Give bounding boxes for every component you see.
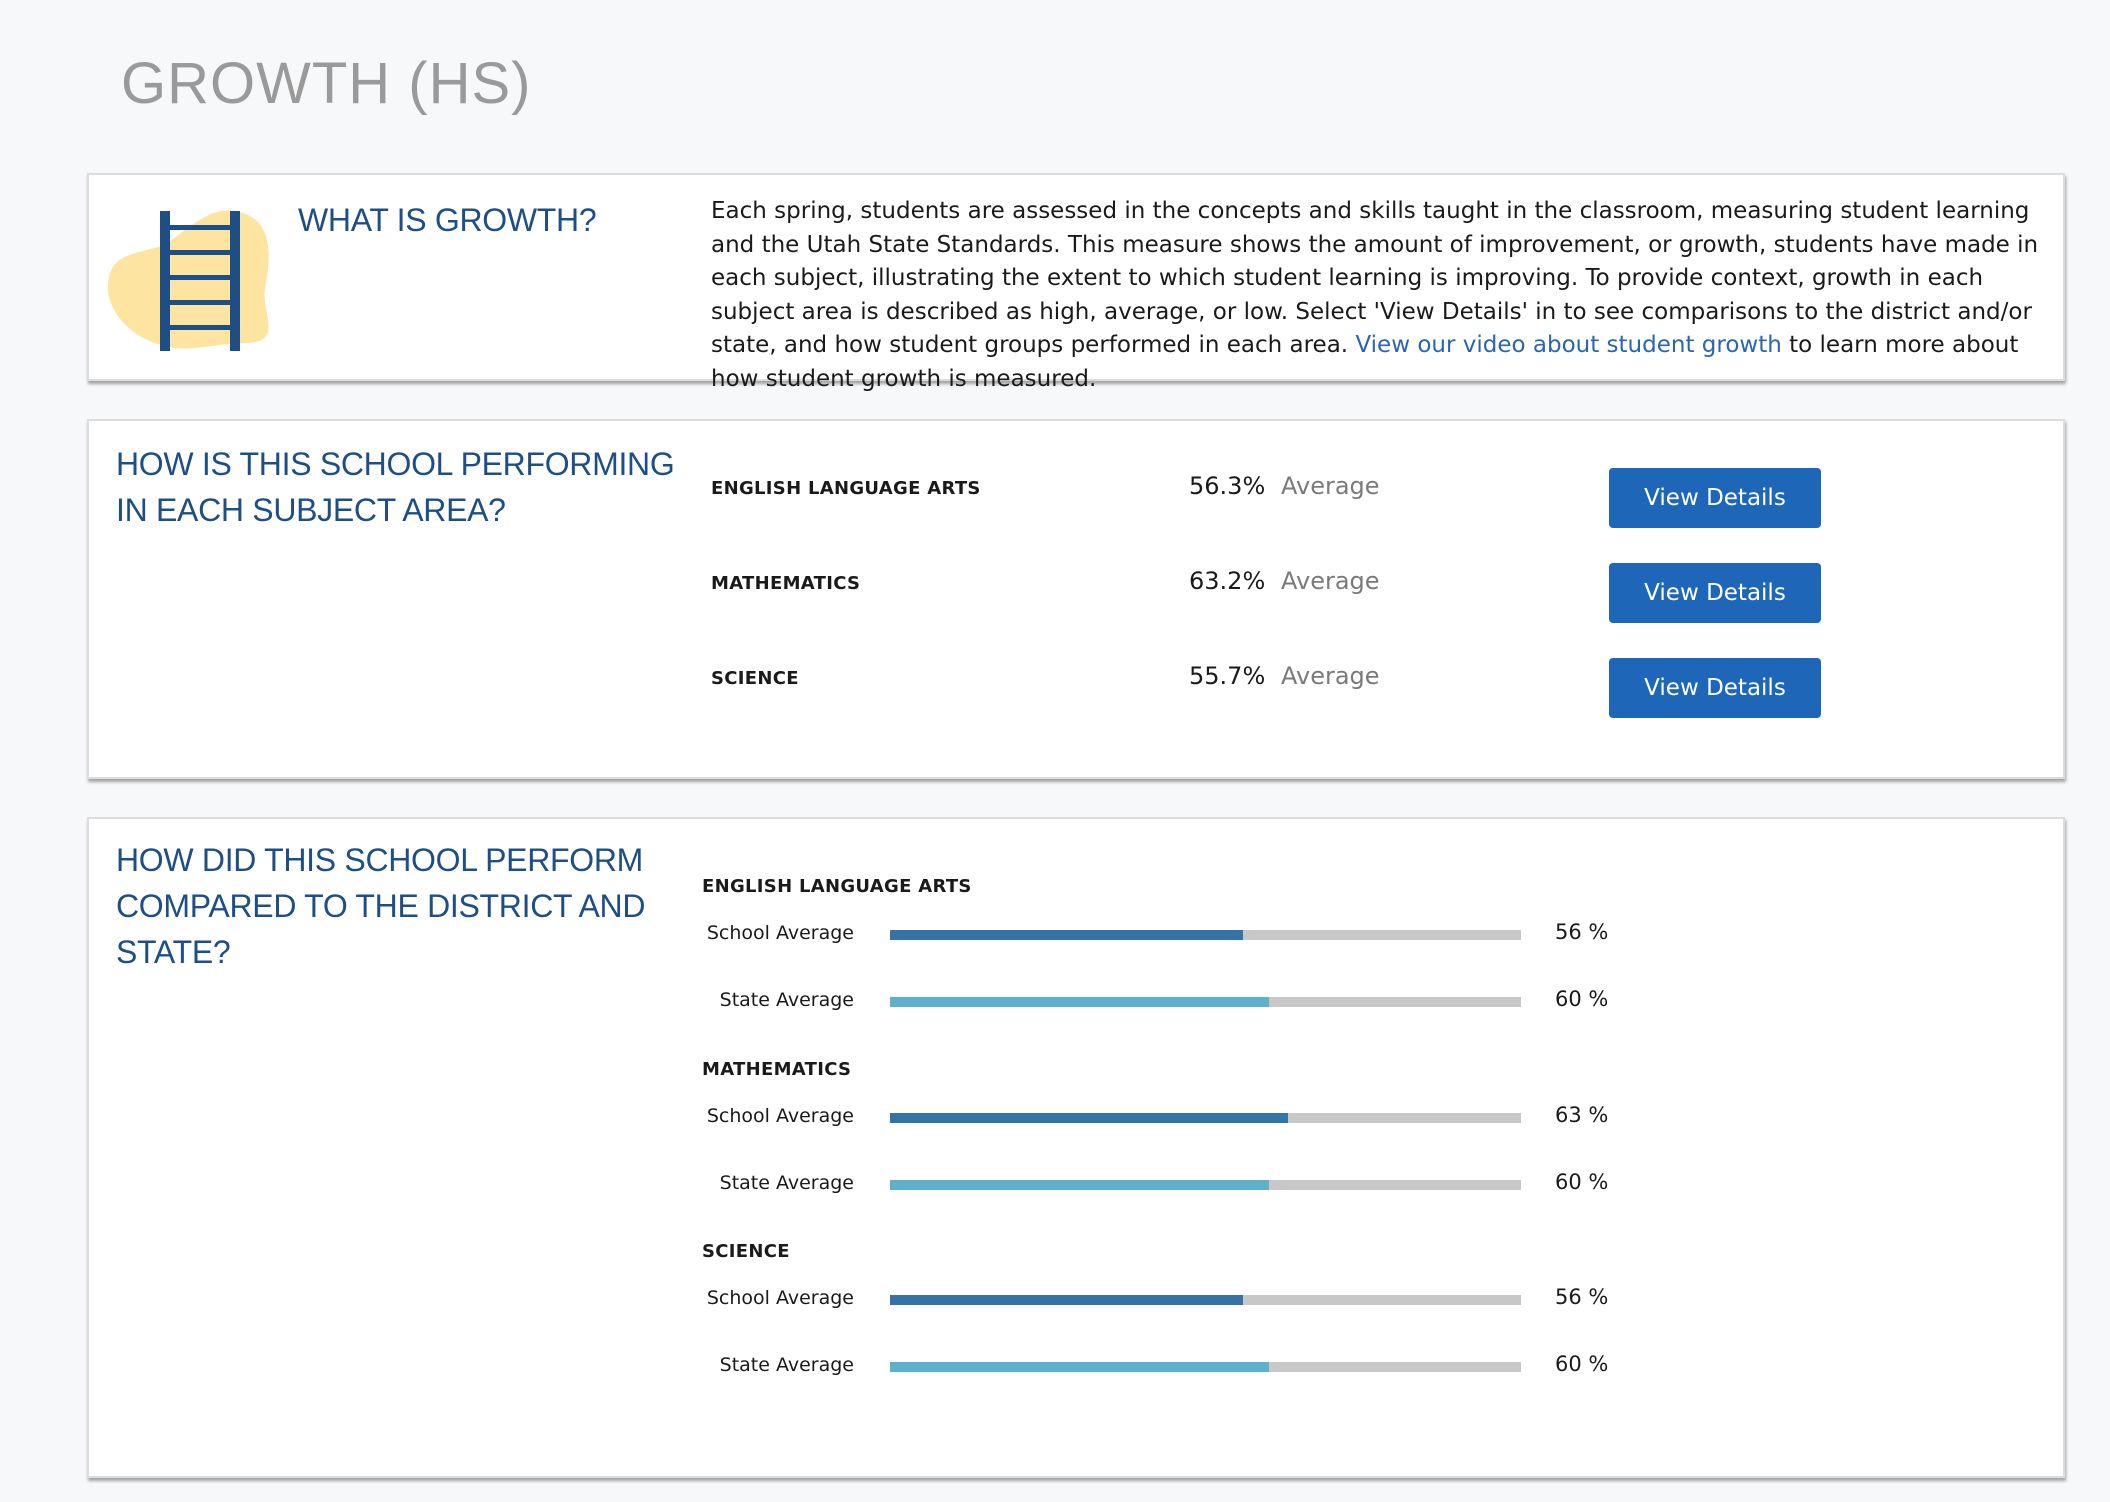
bar-label: State Average	[719, 1354, 854, 1376]
bar-value: 63 %	[1555, 1103, 1609, 1127]
comparison-subject-science: SCIENCE	[702, 1241, 790, 1262]
subject-percent: 63.2%	[1189, 567, 1266, 595]
subject-percent: 56.3%	[1189, 472, 1266, 500]
bar-value: 60 %	[1555, 1352, 1609, 1376]
bar-fill-school	[890, 1113, 1288, 1123]
bar-value: 56 %	[1555, 1285, 1609, 1309]
student-growth-video-link[interactable]: View our video about student growth	[1355, 332, 1781, 358]
subject-row-science: SCIENCE 55.7% Average View Details	[89, 658, 2063, 728]
bar-fill-state	[890, 1180, 1269, 1190]
bar-label: School Average	[706, 1287, 854, 1309]
subject-performance-card: HOW IS THIS SCHOOL PERFORMING IN EACH SU…	[87, 419, 2065, 779]
bar-track	[890, 1362, 1521, 1372]
ladder-rung	[165, 225, 237, 230]
bar-track	[890, 1113, 1521, 1123]
bar-fill-school	[890, 1295, 1244, 1305]
comparison-card: HOW DID THIS SCHOOL PERFORM COMPARED TO …	[87, 817, 2065, 1478]
comparison-heading: HOW DID THIS SCHOOL PERFORM COMPARED TO …	[116, 842, 646, 970]
bar-fill-state	[890, 997, 1269, 1007]
bar-label: State Average	[719, 989, 854, 1011]
view-details-button-ela[interactable]: View Details	[1609, 468, 1821, 528]
subject-level: Average	[1281, 472, 1380, 500]
intro-paragraph: Each spring, students are assessed in th…	[711, 195, 2046, 396]
bar-value: 56 %	[1555, 920, 1609, 944]
bar-value: 60 %	[1555, 987, 1609, 1011]
subject-name: MATHEMATICS	[711, 573, 861, 594]
ladder-rung	[165, 275, 237, 280]
bar-track	[890, 930, 1521, 940]
ladder-rung	[165, 325, 237, 330]
ladder-icon	[105, 193, 285, 353]
bar-track	[890, 1180, 1521, 1190]
ladder-rung	[165, 300, 237, 305]
page-title: GROWTH (HS)	[121, 51, 532, 116]
bar-label: State Average	[719, 1172, 854, 1194]
bar-fill-state	[890, 1362, 1269, 1372]
subject-name: SCIENCE	[711, 668, 799, 689]
what-is-growth-heading: WHAT IS GROWTH?	[298, 202, 597, 238]
subject-row-ela: ENGLISH LANGUAGE ARTS 56.3% Average View…	[89, 468, 2063, 538]
subject-level: Average	[1281, 567, 1380, 595]
ladder-rung	[165, 250, 237, 255]
bar-label: School Average	[706, 922, 854, 944]
view-details-button-math[interactable]: View Details	[1609, 563, 1821, 623]
bar-value: 60 %	[1555, 1170, 1609, 1194]
subject-level: Average	[1281, 662, 1380, 690]
subject-name: ENGLISH LANGUAGE ARTS	[711, 478, 981, 499]
comparison-subject-ela: ENGLISH LANGUAGE ARTS	[702, 876, 972, 897]
bar-track	[890, 997, 1521, 1007]
bar-track	[890, 1295, 1521, 1305]
bar-fill-school	[890, 930, 1244, 940]
view-details-button-science[interactable]: View Details	[1609, 658, 1821, 718]
comparison-subject-math: MATHEMATICS	[702, 1059, 852, 1080]
bar-label: School Average	[706, 1105, 854, 1127]
subject-row-math: MATHEMATICS 63.2% Average View Details	[89, 563, 2063, 633]
what-is-growth-card: WHAT IS GROWTH? Each spring, students ar…	[87, 173, 2065, 392]
subject-percent: 55.7%	[1189, 662, 1266, 690]
